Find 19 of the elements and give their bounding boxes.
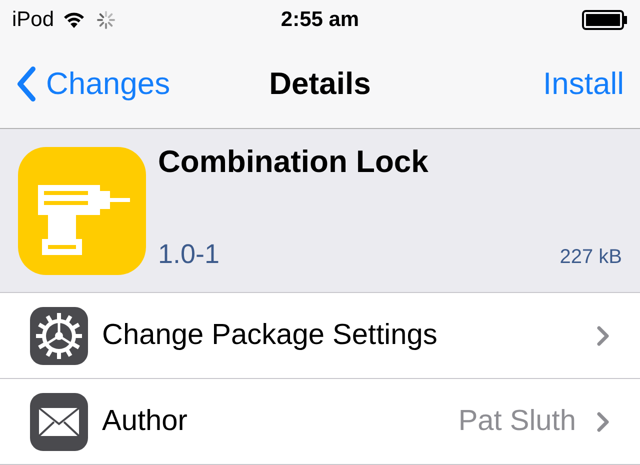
package-name: Combination Lock [158,143,430,181]
install-button[interactable]: Install [543,60,624,108]
chevron-icon [596,410,610,432]
row-value: Pat Sluth [458,404,576,439]
gear-icon [30,306,88,364]
clock-label: 2:55 am [280,7,360,34]
chevron-icon [596,324,610,346]
nav-title: Details [269,64,371,103]
battery-icon [582,10,628,30]
row-label: Change Package Settings [102,318,438,353]
back-button[interactable]: Changes [16,60,170,108]
wifi-icon [62,11,86,29]
envelope-icon [30,392,88,450]
carrier-label: iPod [12,7,54,34]
package-size: 227 kB [560,245,622,270]
back-chevron-icon [16,66,36,102]
package-version: 1.0-1 [158,238,220,270]
row-label: Author [102,404,188,439]
drill-icon [18,146,146,274]
